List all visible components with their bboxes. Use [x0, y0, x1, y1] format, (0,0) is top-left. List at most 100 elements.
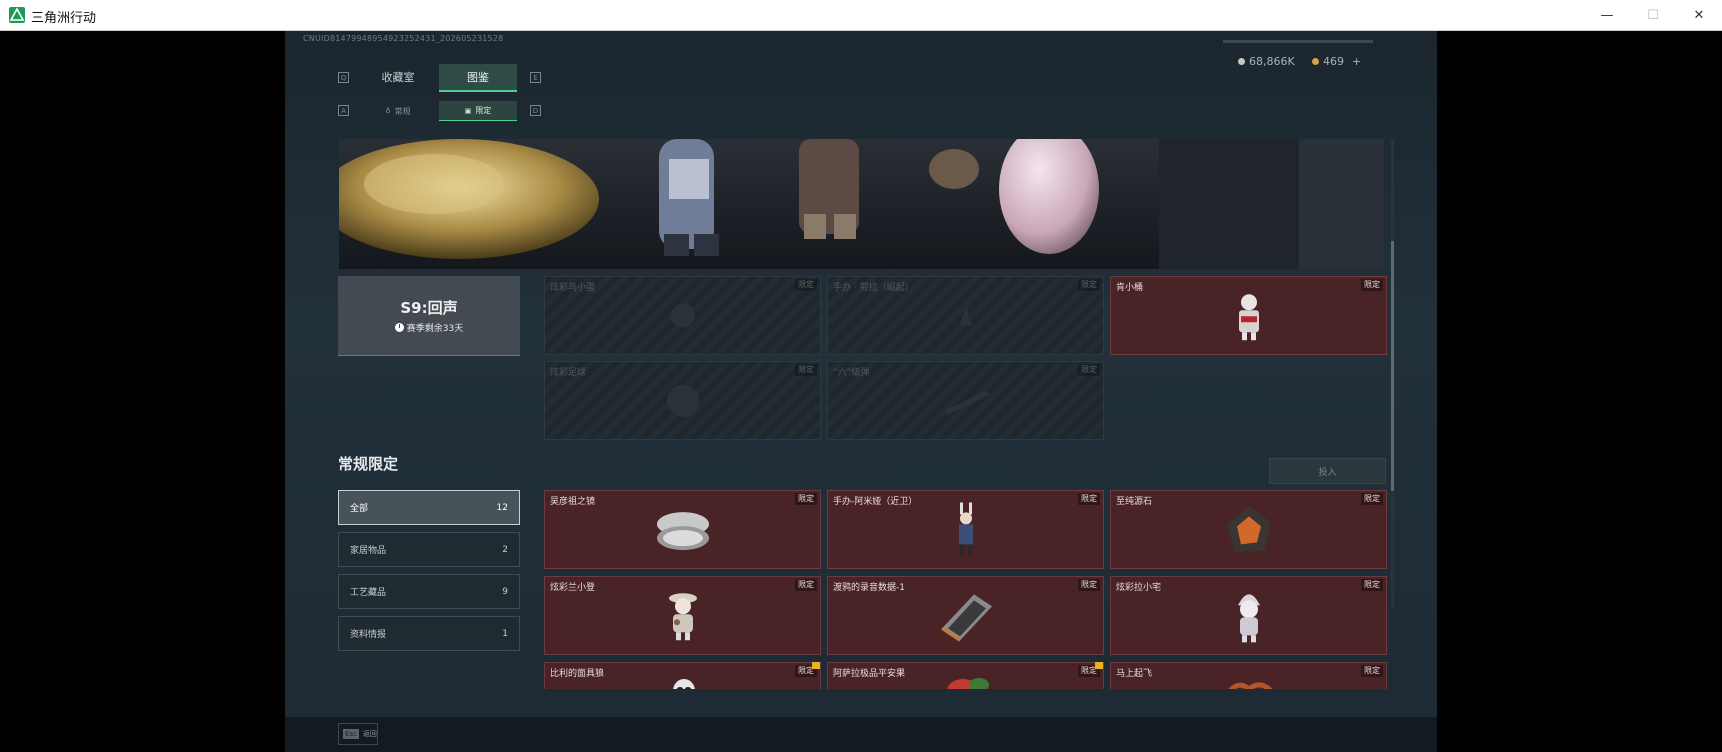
toy-icon	[1232, 589, 1266, 647]
limited-tag: 限定	[1078, 579, 1100, 591]
category-count: 9	[502, 586, 508, 597]
gold-amount: 469	[1323, 55, 1344, 68]
category-all[interactable]: 全部 12	[338, 490, 520, 525]
limited-tag: 限定	[795, 493, 817, 505]
clock-icon	[394, 323, 404, 332]
item-name: 手办-阿米娅（近卫）	[833, 497, 918, 507]
collection-item-card[interactable]: 炫彩拉小宅 限定	[1110, 576, 1387, 655]
egg-toy-icon	[663, 295, 703, 339]
season-item-card-locked[interactable]: 手办 · 劳拉（崛起） 限定	[827, 276, 1104, 355]
minimize-icon: —	[1600, 8, 1614, 23]
football-icon	[661, 378, 705, 426]
bucket-toy-icon	[1229, 290, 1269, 346]
limited-tag: 限定	[795, 579, 817, 591]
subtab-regular-label: 常规	[394, 106, 411, 116]
collection-item-card[interactable]: 渡鸦的录音数据-1 限定	[827, 576, 1104, 655]
collection-item-card[interactable]: 吴彦祖之镜 限定	[544, 490, 821, 569]
season-item-card-locked[interactable]: 炫彩鸟小蛋 限定	[544, 276, 821, 355]
item-name: 炫彩兰小登	[550, 583, 596, 593]
back-label: 返回	[362, 730, 377, 738]
limited-tag: 限定	[1078, 279, 1100, 291]
category-label: 家居物品	[350, 546, 387, 556]
limited-icon: ▣	[464, 106, 472, 115]
esc-key: Esc	[343, 729, 359, 739]
limited-tag: 限定	[1361, 579, 1383, 591]
tab-catalog[interactable]: 图鉴	[439, 64, 517, 92]
apple-icon	[943, 675, 993, 689]
scroll-thumb[interactable]	[1391, 241, 1394, 491]
subtab-limited[interactable]: ▣ 限定	[439, 101, 517, 121]
item-name: 渡鸦的录音数据-1	[833, 583, 905, 593]
silver-amount: 68,866K	[1249, 55, 1295, 68]
silver-coin-icon	[1238, 58, 1245, 65]
item-name: 手办 · 劳拉（崛起）	[833, 283, 914, 293]
item-name: 马上起飞	[1116, 669, 1153, 679]
collection-item-card[interactable]: 马上起飞 限定	[1110, 662, 1387, 689]
item-name: “六”级弹	[833, 368, 870, 378]
category-crafts[interactable]: 工艺藏品 9	[338, 574, 520, 609]
item-name: 炫彩鸟小蛋	[550, 283, 596, 293]
subtab-regular[interactable]: ♁ 常规	[362, 101, 434, 121]
item-name: 比利的面具狼	[550, 669, 605, 679]
category-count: 12	[496, 502, 508, 513]
collection-item-card[interactable]: 至纯源石 限定	[1110, 490, 1387, 569]
bullet-icon	[936, 380, 996, 424]
season-item-card-locked[interactable]: 炫彩足球 限定	[544, 361, 821, 440]
collection-item-card[interactable]: 炫彩兰小登 限定	[544, 576, 821, 655]
add-currency-button[interactable]: +	[1352, 55, 1361, 68]
season-name: S9:回声	[400, 299, 458, 317]
section-title: 常规限定	[338, 455, 399, 473]
gem-icon	[1221, 502, 1277, 562]
season-item-card[interactable]: 肯小桶 限定	[1110, 276, 1387, 355]
close-button[interactable]: ✕	[1676, 0, 1722, 31]
category-intel[interactable]: 资料情报 1	[338, 616, 520, 651]
new-item-icon	[812, 662, 820, 669]
new-item-icon	[1095, 662, 1103, 669]
mask-icon	[669, 677, 699, 689]
horse-icon	[1223, 677, 1277, 689]
limited-tag: 限定	[1361, 665, 1383, 677]
category-label: 工艺藏品	[350, 588, 387, 598]
item-name: 吴彦祖之镜	[550, 497, 596, 507]
mirror-icon	[653, 506, 713, 558]
figure-icon	[946, 295, 986, 339]
subtab-limited-label: 限定	[475, 106, 492, 115]
minimize-button[interactable]: —	[1584, 0, 1630, 31]
season-panel: S9:回声 赛季剩余33天	[338, 276, 520, 356]
category-count: 1	[502, 628, 508, 639]
tab-collection-room[interactable]: 收藏室	[362, 64, 434, 92]
bottom-bar	[285, 717, 1437, 752]
season-remaining-text: 赛季剩余33天	[406, 324, 464, 334]
item-name: 至纯源石	[1116, 497, 1153, 507]
player-uid: CNUID81479948954923252431_202605231528	[303, 34, 504, 43]
collection-item-card[interactable]: 手办-阿米娅（近卫） 限定	[827, 490, 1104, 569]
collection-item-card[interactable]: 比利的面具狼 限定	[544, 662, 821, 689]
toy-icon	[665, 590, 701, 646]
import-button[interactable]: 投入	[1269, 458, 1386, 484]
limited-tag: 限定	[795, 364, 817, 376]
regular-icon: ♁	[385, 107, 391, 115]
item-name: 炫彩足球	[550, 368, 587, 378]
category-home-items[interactable]: 家居物品 2	[338, 532, 520, 567]
season-item-card-locked[interactable]: “六”级弹 限定	[827, 361, 1104, 440]
limited-tag: 限定	[1361, 493, 1383, 505]
key-hint-q: Q	[338, 72, 349, 83]
key-hint-a: A	[338, 105, 349, 116]
item-grid-overflow: 比利的面具狼 限定 阿萨拉极品平安果 限定 马上起飞 限定	[544, 662, 1394, 689]
window-title: 三角洲行动	[31, 11, 97, 26]
collection-screen: CNUID81479948954923252431_202605231528 6…	[285, 31, 1437, 752]
limited-tag: 限定	[1078, 364, 1100, 376]
key-hint-e: E	[530, 72, 541, 83]
figure-icon	[951, 501, 981, 562]
back-button[interactable]: Esc 返回	[338, 723, 378, 745]
category-label: 全部	[350, 504, 369, 514]
app-logo-icon	[9, 7, 25, 23]
category-count: 2	[502, 544, 508, 555]
gold-balance: 469 +	[1312, 55, 1361, 68]
item-name: 阿萨拉极品平安果	[833, 669, 906, 679]
collection-item-card[interactable]: 阿萨拉极品平安果 限定	[827, 662, 1104, 689]
category-label: 资料情报	[350, 630, 387, 640]
season-remaining: 赛季剩余33天	[394, 321, 464, 334]
item-name: 炫彩拉小宅	[1116, 583, 1162, 593]
maximize-button[interactable]: ☐	[1630, 0, 1676, 31]
